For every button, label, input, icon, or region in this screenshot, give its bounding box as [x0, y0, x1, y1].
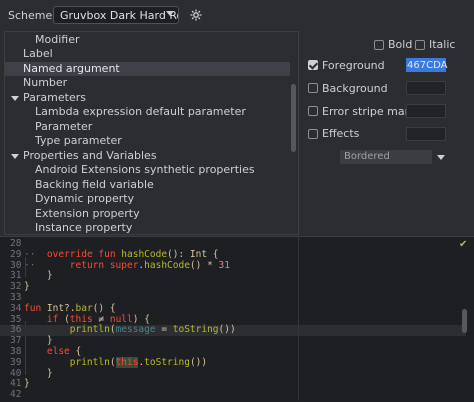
code-scrollbar[interactable] [462, 309, 467, 333]
tree-item-number[interactable]: Number [5, 76, 290, 90]
tree-item-type-parameter[interactable]: Type parameter [5, 134, 290, 148]
code-divider [298, 236, 299, 401]
bold-checkbox[interactable] [374, 40, 384, 50]
foreground-checkbox[interactable] [308, 60, 318, 70]
effect-type-dropdown[interactable]: Bordered [340, 150, 432, 164]
effects-label: Effects [322, 127, 360, 140]
expand-arrow-icon[interactable] [11, 95, 19, 101]
code-preview[interactable]: 28 29 ·· override fun hashCode(): Int { 3… [0, 236, 474, 402]
scheme-dropdown[interactable]: Gruvbox Dark Hard Rom [53, 6, 179, 24]
effects-checkbox[interactable] [308, 129, 318, 139]
foreground-label: Foreground [322, 59, 385, 72]
code-line: 32} [10, 281, 30, 293]
background-checkbox[interactable] [308, 83, 318, 93]
tree-item-named-argument[interactable]: Named argument [5, 61, 290, 76]
bold-label: Bold [388, 38, 413, 51]
expand-arrow-icon[interactable] [11, 153, 19, 159]
chevron-down-icon [166, 11, 174, 16]
tree-item-android-synthetic[interactable]: Android Extensions synthetic properties [5, 163, 290, 177]
scheme-value: Gruvbox Dark Hard Rom [60, 9, 178, 22]
element-tree[interactable]: Modifier Label Named argument Number Par… [4, 31, 299, 235]
tree-item-backing-field[interactable]: Backing field variable [5, 178, 290, 192]
code-line: 41} [10, 378, 30, 390]
tree-item-dynamic-property[interactable]: Dynamic property [5, 192, 290, 206]
code-line: 40 } [10, 367, 53, 379]
background-label: Background [322, 82, 388, 95]
italic-checkbox[interactable] [415, 40, 425, 50]
code-line: 31 } [10, 270, 53, 282]
background-color-swatch[interactable] [406, 81, 446, 95]
scheme-label: Scheme: [8, 9, 56, 22]
italic-label: Italic [429, 38, 456, 51]
foreground-color-swatch[interactable]: 467CDA [406, 58, 447, 72]
tree-item-extension-property[interactable]: Extension property [5, 207, 290, 221]
tree-scrollbar[interactable] [291, 84, 296, 152]
effects-color-swatch[interactable] [406, 127, 446, 141]
chevron-down-icon[interactable] [437, 155, 445, 160]
tree-item-label[interactable]: Label [5, 47, 290, 61]
tree-item-parameters[interactable]: Parameters [5, 91, 290, 105]
gear-icon[interactable] [189, 8, 203, 22]
tree-item-parameter[interactable]: Parameter [5, 120, 290, 134]
inspection-ok-icon: ✔ [459, 239, 468, 250]
error-stripe-checkbox[interactable] [308, 106, 318, 116]
error-stripe-color-swatch[interactable] [406, 104, 446, 118]
tree-item-lambda-default-param[interactable]: Lambda expression default parameter [5, 105, 290, 119]
error-stripe-label: Error stripe mark [322, 105, 416, 118]
tree-item-instance-property[interactable]: Instance property [5, 221, 290, 234]
code-line: 42 [10, 389, 22, 401]
tree-item-modifier[interactable]: Modifier [5, 33, 290, 47]
code-line-current: 36 println(message = toString()) [0, 324, 466, 337]
tree-item-properties-variables[interactable]: Properties and Variables [5, 149, 290, 163]
code-line: 39 println(this.toString()) [10, 356, 208, 368]
code-line: 34 fun Int?.bar() { [10, 302, 116, 314]
